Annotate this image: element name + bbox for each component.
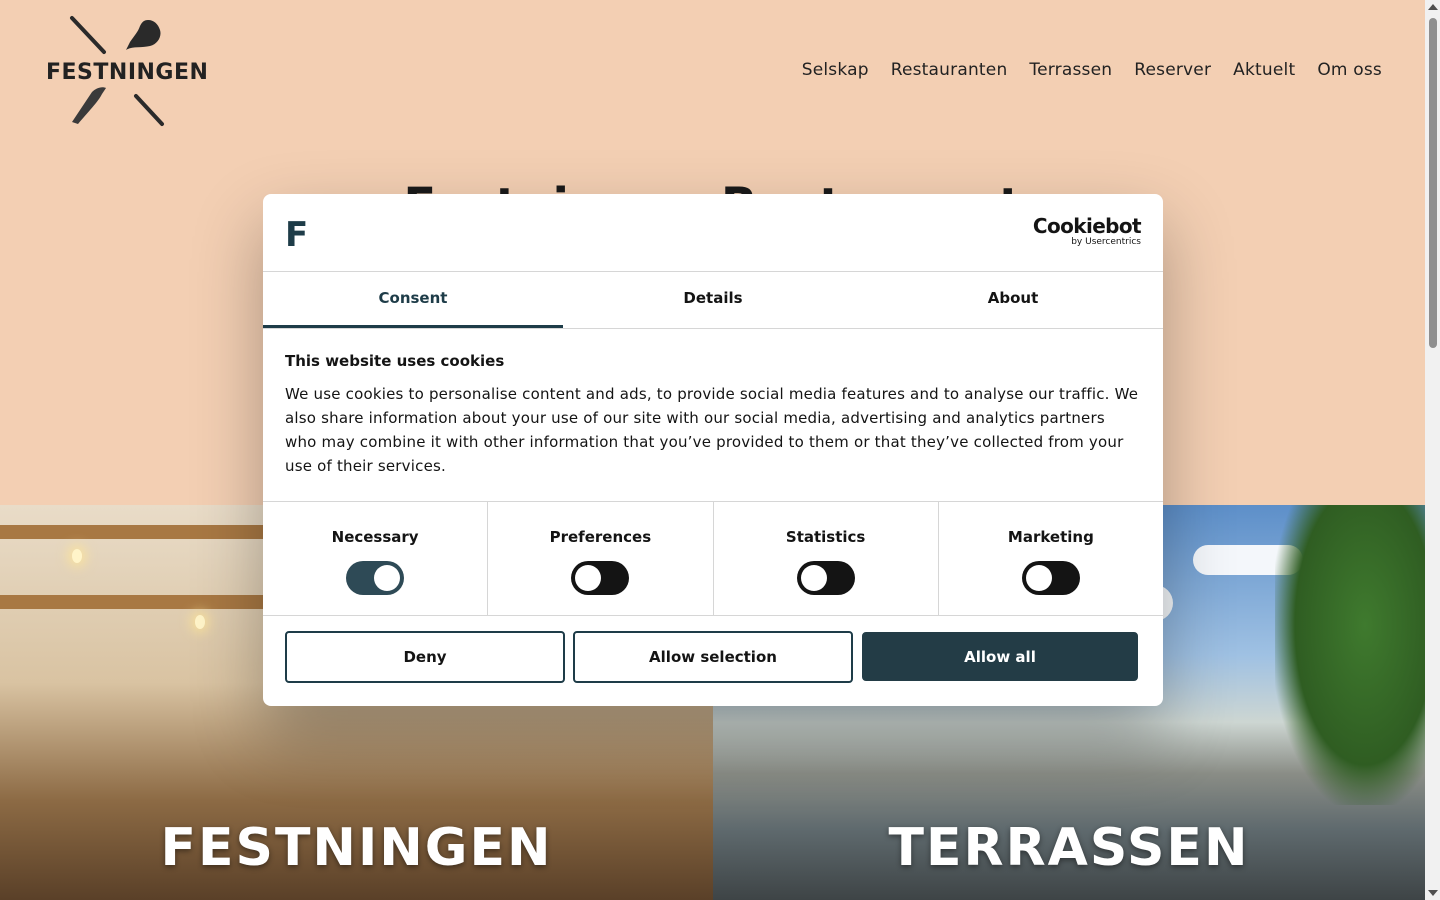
dialog-header: F Cookiebot by Usercentrics bbox=[263, 194, 1163, 272]
site-brand-logo: F bbox=[285, 216, 307, 250]
nav-item-om-oss[interactable]: Om oss bbox=[1317, 60, 1382, 80]
cookiebot-logo[interactable]: Cookiebot by Usercentrics bbox=[1032, 214, 1142, 248]
toggle-marketing: Marketing bbox=[939, 502, 1163, 615]
tab-consent[interactable]: Consent bbox=[263, 272, 563, 328]
festningen-logo[interactable]: FESTNINGEN bbox=[44, 14, 208, 130]
dialog-tabs: Consent Details About bbox=[263, 272, 1163, 329]
main-nav: Selskap Restauranten Terrassen Reserver … bbox=[802, 60, 1382, 80]
switch-knob bbox=[374, 565, 401, 591]
pendant-lamp bbox=[195, 615, 205, 629]
toggle-label-statistics: Statistics bbox=[785, 528, 866, 546]
preferences-switch[interactable] bbox=[571, 561, 630, 595]
dialog-description: We use cookies to personalise content an… bbox=[285, 385, 1139, 475]
nav-item-reserver[interactable]: Reserver bbox=[1134, 60, 1211, 80]
cookie-consent-dialog: F Cookiebot by Usercentrics Consent Deta… bbox=[263, 194, 1163, 706]
nav-item-restauranten[interactable]: Restauranten bbox=[891, 60, 1008, 80]
switch-knob bbox=[1025, 565, 1052, 591]
cookie-category-toggles: Necessary Preferences Statistics Marketi… bbox=[263, 501, 1163, 616]
dialog-body: This website uses cookies We use cookies… bbox=[285, 352, 1141, 478]
nav-item-selskap[interactable]: Selskap bbox=[802, 60, 869, 80]
tab-about[interactable]: About bbox=[863, 272, 1163, 328]
toggle-preferences: Preferences bbox=[488, 502, 714, 615]
toggle-label-necessary: Necessary bbox=[331, 528, 419, 546]
scroll-down-arrow-icon[interactable] bbox=[1428, 890, 1438, 896]
nav-item-terrassen[interactable]: Terrassen bbox=[1029, 60, 1112, 80]
toggle-label-preferences: Preferences bbox=[549, 528, 652, 546]
dialog-buttons: Deny Allow selection Allow all bbox=[285, 631, 1141, 683]
toggle-label-marketing: Marketing bbox=[1007, 528, 1094, 546]
statistics-switch[interactable] bbox=[796, 561, 855, 595]
nav-item-aktuelt[interactable]: Aktuelt bbox=[1233, 60, 1295, 80]
toggle-statistics: Statistics bbox=[714, 502, 939, 615]
tile-label-terrassen: TERRASSEN bbox=[888, 818, 1250, 878]
dialog-title: This website uses cookies bbox=[285, 352, 505, 370]
necessary-switch[interactable] bbox=[346, 561, 405, 595]
deny-button[interactable]: Deny bbox=[285, 631, 565, 683]
scroll-up-arrow-icon[interactable] bbox=[1428, 4, 1438, 10]
tree bbox=[1275, 505, 1425, 805]
tile-label-festningen: FESTNINGEN bbox=[160, 818, 553, 878]
allow-all-button[interactable]: Allow all bbox=[862, 632, 1138, 681]
logo-text: FESTNINGEN bbox=[46, 60, 209, 85]
svg-text:F: F bbox=[285, 216, 307, 250]
switch-knob bbox=[575, 565, 602, 591]
scrollbar-thumb[interactable] bbox=[1429, 18, 1437, 348]
page-scrollbar[interactable] bbox=[1425, 0, 1440, 900]
allow-selection-button[interactable]: Allow selection bbox=[573, 631, 853, 683]
toggle-necessary: Necessary bbox=[263, 502, 489, 615]
cookiebot-name: Cookiebot bbox=[1032, 214, 1142, 238]
marketing-switch[interactable] bbox=[1021, 561, 1080, 595]
switch-knob bbox=[800, 565, 827, 591]
tab-details[interactable]: Details bbox=[563, 272, 863, 328]
pendant-lamp bbox=[72, 549, 82, 563]
